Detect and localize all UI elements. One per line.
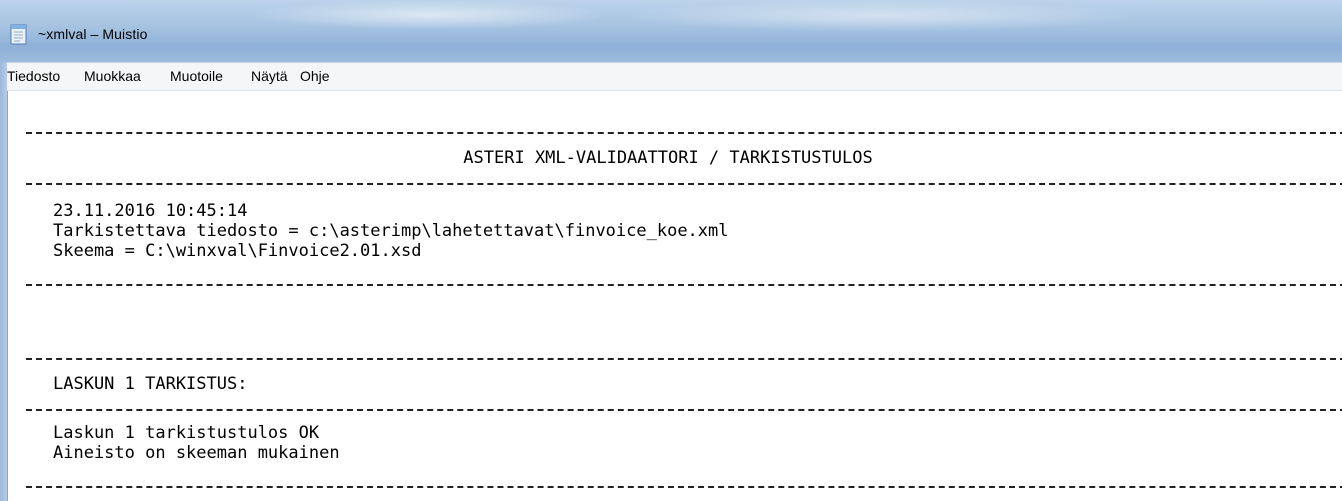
window-title: ~xmlval – Muistio	[38, 26, 148, 42]
document-header-title: ASTERI XML-VALIDAATTORI / TARKISTUSTULOS	[463, 148, 873, 168]
menu-item-tiedosto[interactable]: Tiedosto	[7, 68, 60, 84]
dashed-separator	[26, 409, 1342, 411]
notepad-icon[interactable]	[9, 23, 29, 45]
validation-timestamp: 23.11.2016 10:45:14	[53, 201, 248, 221]
menu-item-ohje[interactable]: Ohje	[300, 68, 330, 84]
text-editor[interactable]: ASTERI XML-VALIDAATTORI / TARKISTUSTULOS…	[7, 91, 1342, 501]
menu-item-muotoile[interactable]: Muotoile	[170, 68, 223, 84]
title-bar[interactable]: ~xmlval – Muistio	[0, 0, 1342, 62]
schema-line: Skeema = C:\winxval\Finvoice2.01.xsd	[53, 241, 422, 261]
invoice-check-title: LASKUN 1 TARKISTUS:	[53, 374, 248, 394]
menu-item-muokkaa[interactable]: Muokkaa	[84, 68, 141, 84]
dashed-separator	[26, 358, 1342, 360]
menu-item-nayta[interactable]: Näytä	[251, 68, 288, 84]
notepad-window: ~xmlval – Muistio Tiedosto Muokkaa Muoto…	[0, 0, 1342, 501]
invoice-result-line: Laskun 1 tarkistustulos OK	[53, 423, 320, 443]
title-bar-glare	[250, 0, 610, 30]
checked-file-line: Tarkistettava tiedosto = c:\asterimp\lah…	[53, 221, 729, 241]
title-bar-glare	[620, 0, 1140, 32]
window-frame-left	[0, 62, 7, 501]
dashed-separator	[26, 183, 1342, 185]
menu-bar: Tiedosto Muokkaa Muotoile Näytä Ohje	[7, 62, 1342, 91]
schema-result-line: Aineisto on skeeman mukainen	[53, 443, 340, 463]
dashed-separator	[26, 132, 1342, 134]
dashed-separator	[26, 486, 1342, 488]
dashed-separator	[26, 284, 1342, 286]
